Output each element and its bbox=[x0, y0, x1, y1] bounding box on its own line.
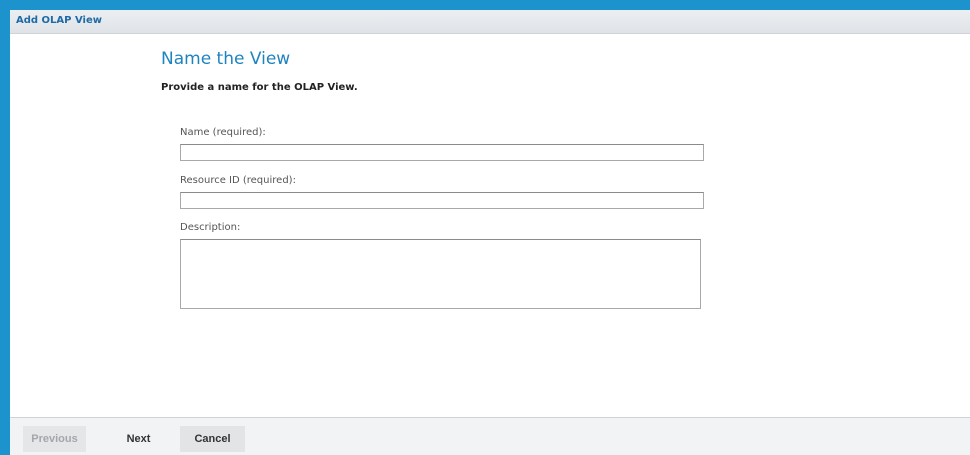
dialog-footer: Previous Next Cancel bbox=[10, 417, 970, 455]
dialog-frame: Add OLAP View Name the View Provide a na… bbox=[0, 0, 970, 455]
description-label: Description: bbox=[180, 222, 241, 233]
dialog-header: Add OLAP View bbox=[10, 10, 970, 34]
dialog-title: Add OLAP View bbox=[16, 15, 102, 26]
name-label: Name (required): bbox=[180, 127, 266, 138]
dialog-panel: Add OLAP View Name the View Provide a na… bbox=[10, 10, 970, 455]
next-button[interactable]: Next bbox=[116, 426, 161, 452]
name-input[interactable] bbox=[180, 144, 704, 161]
previous-button: Previous bbox=[23, 426, 86, 452]
cancel-button[interactable]: Cancel bbox=[180, 426, 245, 452]
description-textarea[interactable] bbox=[180, 239, 701, 309]
resource-id-input[interactable] bbox=[180, 192, 704, 209]
resource-id-label: Resource ID (required): bbox=[180, 175, 296, 186]
page-title: Name the View bbox=[161, 49, 291, 69]
page-instruction: Provide a name for the OLAP View. bbox=[161, 82, 358, 93]
